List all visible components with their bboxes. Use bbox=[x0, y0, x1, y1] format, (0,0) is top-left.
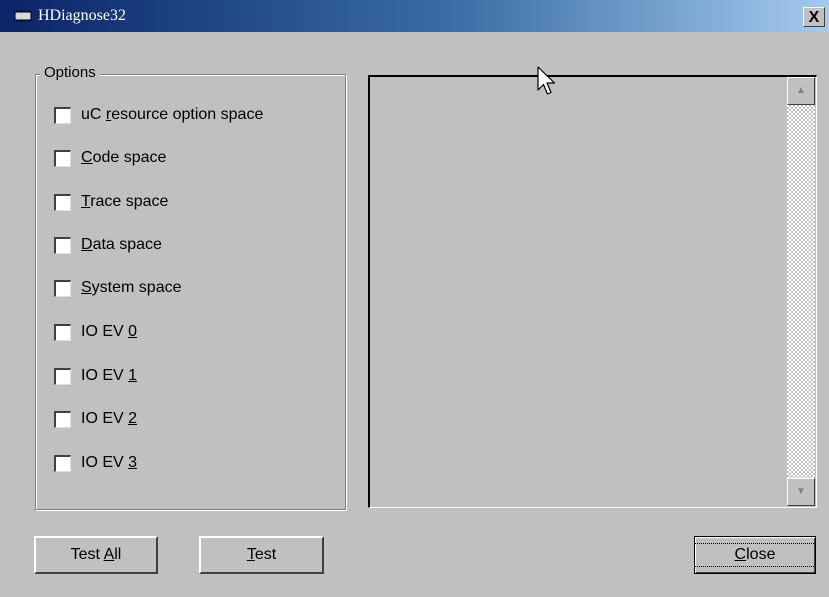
option-label: IO EV 2 bbox=[81, 410, 138, 427]
option-label: IO EV 1 bbox=[81, 367, 138, 384]
option-io-ev-2[interactable]: IO EV 2 bbox=[54, 409, 137, 429]
mouse-cursor-icon bbox=[537, 66, 556, 95]
option-label: IO EV 3 bbox=[81, 454, 138, 471]
test-button[interactable]: Test bbox=[199, 536, 324, 574]
scroll-down-button[interactable]: ▼ bbox=[787, 478, 815, 506]
checkbox[interactable] bbox=[54, 106, 71, 124]
option-label: Code space bbox=[81, 149, 167, 166]
checkbox[interactable] bbox=[54, 236, 71, 254]
output-list[interactable] bbox=[368, 75, 817, 508]
option-label: Trace space bbox=[81, 193, 169, 210]
option-label: IO EV 0 bbox=[81, 323, 138, 340]
option-label: Data space bbox=[81, 236, 162, 253]
option-io-ev-3[interactable]: IO EV 3 bbox=[54, 453, 137, 473]
checkbox[interactable] bbox=[54, 149, 71, 167]
button-label: Test bbox=[246, 546, 277, 563]
app-icon bbox=[14, 10, 32, 22]
checkbox[interactable] bbox=[54, 279, 71, 297]
window-close-button[interactable]: X bbox=[803, 7, 825, 27]
checkbox[interactable] bbox=[54, 367, 71, 385]
button-label: Test All bbox=[70, 546, 122, 563]
test-all-button[interactable]: Test All bbox=[34, 536, 158, 574]
option-trace-space[interactable]: Trace space bbox=[54, 192, 168, 212]
option-uc-resource[interactable]: uC resource option space bbox=[54, 105, 263, 125]
title-bar: HDiagnose32 X bbox=[0, 0, 829, 32]
checkbox[interactable] bbox=[54, 323, 71, 341]
option-label: System space bbox=[81, 279, 182, 296]
checkbox[interactable] bbox=[54, 454, 71, 472]
option-system-space[interactable]: System space bbox=[54, 278, 181, 298]
button-label: Close bbox=[693, 543, 817, 567]
option-code-space[interactable]: Code space bbox=[54, 148, 166, 168]
option-data-space[interactable]: Data space bbox=[54, 235, 162, 255]
scroll-up-button[interactable]: ▲ bbox=[787, 77, 815, 105]
checkbox[interactable] bbox=[54, 193, 71, 211]
arrow-down-icon: ▼ bbox=[796, 486, 806, 497]
window-title: HDiagnose32 bbox=[38, 7, 126, 24]
option-io-ev-1[interactable]: IO EV 1 bbox=[54, 366, 137, 386]
options-legend: Options bbox=[40, 65, 100, 81]
option-io-ev-0[interactable]: IO EV 0 bbox=[54, 322, 137, 342]
checkbox[interactable] bbox=[54, 410, 71, 428]
option-label: uC resource option space bbox=[81, 106, 264, 123]
vertical-scrollbar[interactable]: ▲ ▼ bbox=[787, 77, 815, 506]
arrow-up-icon: ▲ bbox=[796, 85, 806, 96]
close-button[interactable]: Close bbox=[693, 536, 817, 574]
